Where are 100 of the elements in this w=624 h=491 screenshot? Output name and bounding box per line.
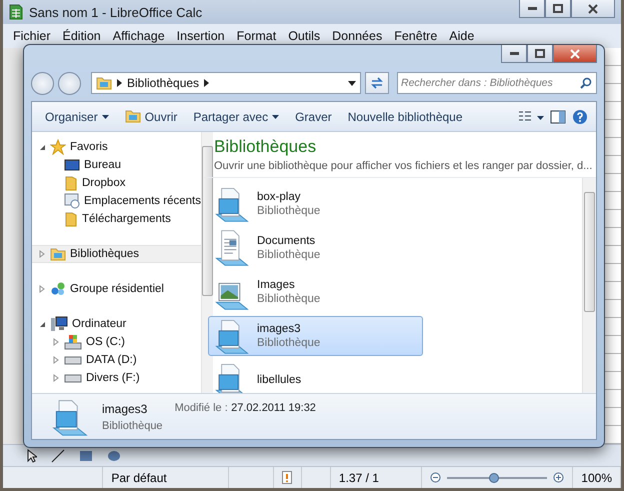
position-label: 1.37 / 1 [330,467,422,488]
menu-item[interactable]: Édition [56,29,107,43]
folder-icon [64,211,78,227]
documents-library-icon [213,229,251,267]
nav-item[interactable]: DATA (D:) [32,351,201,369]
minimize-icon [510,52,518,55]
toolbar-command[interactable]: Organiser [40,106,114,126]
selected-item-type: Bibliothèque [102,420,163,432]
zoom-out-icon[interactable] [430,472,442,483]
toolbar-command[interactable]: Nouvelle bibliothèque [342,106,468,126]
minimize-button[interactable] [501,45,527,63]
nav-item[interactable]: Ordinateur [32,315,201,333]
refresh-icon [370,77,384,89]
close-icon [588,4,598,14]
window-title: Sans nom 1 - LibreOffice Calc [29,4,202,20]
drive-icon [64,373,82,383]
nav-item[interactable]: Bureau [32,156,201,174]
line-icon[interactable] [51,448,65,462]
nav-item[interactable]: Divers (F:) [32,369,201,387]
library-item[interactable]: Images Bibliothèque [208,272,423,312]
close-button[interactable] [571,0,615,18]
expand-arrow-icon[interactable] [39,285,45,293]
drive-icon [64,355,82,365]
scrollbar[interactable] [582,178,596,393]
nav-item[interactable]: Groupe résidentiel [32,280,201,298]
library-item[interactable]: Documents Bibliothèque [208,228,423,268]
view-options-icon[interactable] [518,110,544,124]
close-button[interactable] [553,45,597,63]
toolbar-command[interactable]: Ouvrir [120,106,182,126]
modified-date: 27.02.2011 19:32 [231,402,316,414]
spreadsheet-app-icon [9,4,23,20]
address-bar[interactable]: Bibliothèques [91,72,361,94]
toolbar-command[interactable]: Graver [290,106,337,126]
breadcrumb-arrow-icon [204,79,210,87]
page-style-label: Par défaut [103,467,229,488]
expand-arrow-icon[interactable] [53,374,59,382]
breadcrumb[interactable]: Bibliothèques [127,76,200,90]
rectangle-icon[interactable] [79,450,93,462]
nav-item[interactable]: Téléchargements [32,210,201,228]
libraries-folder-icon [96,76,112,90]
nav-item[interactable]: Bibliothèques [32,245,201,263]
library-item[interactable]: box-play Bibliothèque [208,184,423,224]
menu-item[interactable]: Fichier [7,29,57,43]
preview-pane-icon[interactable] [550,110,566,124]
minimize-button[interactable] [519,0,545,18]
star-icon [50,139,66,155]
maximize-icon [553,4,563,13]
libraries-folder-icon [50,247,66,261]
ellipse-icon[interactable] [107,450,121,462]
drive-icon [64,334,82,350]
toolbar-command[interactable]: Partager avec [188,106,284,126]
menu-item[interactable]: Insertion [170,29,231,43]
computer-icon [50,316,68,332]
recent-places-icon [64,193,80,209]
zoom-slider-thumb[interactable] [489,472,500,482]
folder-icon [124,110,141,123]
menu-item[interactable]: Outils [282,29,326,43]
forward-button[interactable] [58,72,81,94]
nav-item[interactable]: Dropbox [32,174,201,192]
scrollbar-thumb[interactable] [584,192,595,312]
collapse-arrow-icon[interactable] [38,144,46,150]
minimize-icon [528,7,536,10]
library-icon [213,185,251,223]
nav-item[interactable]: OS (C:) [32,333,201,351]
maximize-button[interactable] [527,45,553,63]
scrollbar[interactable] [200,132,213,393]
dropdown-caret-icon [272,114,280,118]
selected-item-name: images3 [102,402,148,416]
menu-item[interactable]: Fenêtre [388,29,444,43]
dropdown-caret-icon[interactable] [348,80,356,86]
menu-item[interactable]: Aide [443,29,480,43]
menu-item[interactable]: Format [230,29,282,43]
pointer-icon[interactable] [27,448,37,462]
help-icon[interactable] [572,108,588,124]
breadcrumb-arrow-icon [117,79,122,87]
back-button[interactable] [31,72,54,94]
warning-icon [282,471,292,484]
homegroup-icon [50,281,66,297]
collapse-arrow-icon[interactable] [38,320,46,328]
desktop-icon [64,158,80,172]
close-icon [570,48,580,58]
library-item[interactable]: images3 Bibliothèque [208,316,423,356]
expand-arrow-icon[interactable] [53,338,59,346]
zoom-in-icon[interactable] [553,472,564,483]
folder-icon [64,175,78,191]
search-icon [580,77,592,89]
modified-label: Modifié le : [174,402,228,414]
maximize-icon [535,49,545,58]
search-field[interactable]: Rechercher dans : Bibliothèques [397,72,597,94]
nav-item[interactable]: Emplacements récents [32,192,201,210]
expand-arrow-icon[interactable] [53,356,59,364]
nav-item[interactable]: Favoris [32,138,201,156]
library-icon [213,317,251,355]
menu-item[interactable]: Affichage [106,29,171,43]
maximize-button[interactable] [545,0,571,18]
zoom-percent: 100% [573,467,621,488]
scrollbar-thumb[interactable] [202,146,213,296]
menu-item[interactable]: Données [326,29,388,43]
library-heading: Bibliothèques [214,137,318,157]
refresh-button[interactable] [365,72,389,94]
